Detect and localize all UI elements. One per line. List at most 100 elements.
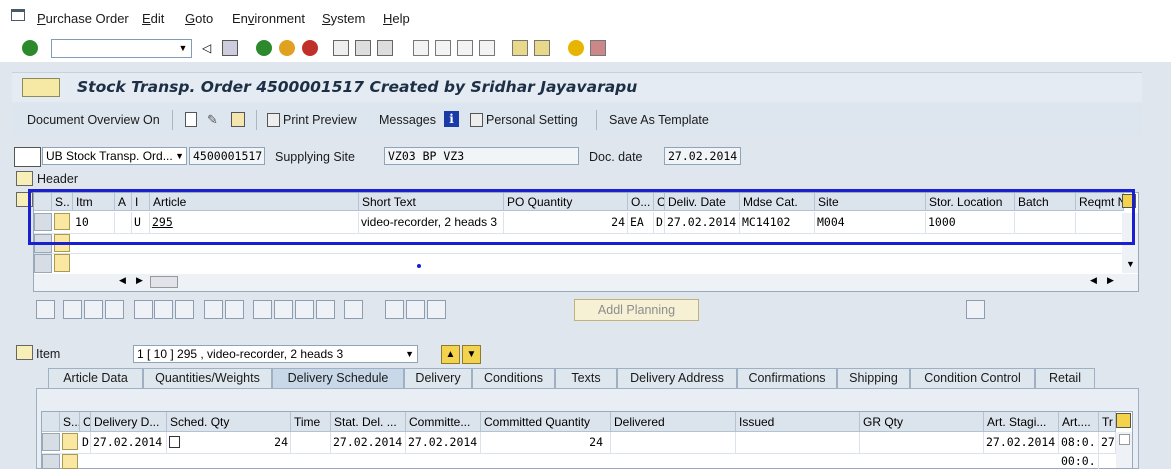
tab-shipping[interactable]: Shipping [837, 368, 910, 388]
find-next-icon[interactable] [377, 40, 393, 56]
document-overview-button[interactable]: Document Overview On [27, 113, 160, 127]
new-session-icon[interactable] [512, 40, 528, 56]
menu-help[interactable]: Help [383, 11, 410, 26]
c-cell[interactable]: D [80, 432, 91, 453]
tab-retail[interactable]: Retail [1035, 368, 1095, 388]
shortcut-icon[interactable] [534, 40, 550, 56]
col-issued[interactable]: Issued [736, 412, 860, 432]
enter-check-icon[interactable] [22, 40, 38, 56]
previous-page-icon[interactable] [435, 40, 451, 56]
expand-header-icon[interactable] [16, 171, 33, 186]
scroll-thumb[interactable] [150, 276, 178, 288]
scroll-down-icon[interactable]: ▼ [1126, 259, 1135, 269]
help-icon[interactable] [568, 40, 584, 56]
scroll-right-icon[interactable]: ▶ [136, 275, 143, 286]
export-icon[interactable] [966, 300, 985, 319]
tab-condition-control[interactable]: Condition Control [910, 368, 1035, 388]
supplying-site-field[interactable]: VZ03 BP VZ3 [384, 147, 579, 165]
tab-delivery-schedule[interactable]: Delivery Schedule [272, 368, 404, 388]
edit-pencil-icon[interactable]: ✎ [207, 112, 223, 127]
menu-edit[interactable]: Edit [142, 11, 164, 26]
row-selector[interactable] [34, 254, 52, 273]
delivered-cell[interactable] [611, 432, 736, 453]
calendar-icon[interactable] [169, 436, 180, 448]
item-select[interactable]: 1 [ 10 ] 295 , video-recorder, 2 heads 3… [133, 345, 418, 363]
exit-icon[interactable] [279, 40, 295, 56]
document-type-select[interactable]: UB Stock Transp. Ord... ▼ [42, 147, 187, 165]
gr-qty-cell[interactable] [860, 432, 984, 453]
col-committed-quantity[interactable]: Committed Quantity [481, 412, 611, 432]
next-item-icon[interactable]: ▼ [462, 345, 481, 364]
status-cell[interactable] [62, 433, 78, 450]
column-selection-icon[interactable] [1116, 413, 1131, 428]
menu-system[interactable]: System [322, 11, 365, 26]
issued-cell[interactable] [736, 432, 860, 453]
sort-descending-icon[interactable] [274, 300, 293, 319]
scroll-right-icon[interactable]: ▶ [1107, 275, 1114, 286]
print-icon[interactable] [333, 40, 349, 56]
save-icon[interactable] [222, 40, 238, 56]
settings-icon[interactable] [344, 300, 363, 319]
scroll-thumb[interactable] [1119, 434, 1130, 445]
art-staging-cell[interactable]: 27.02.2014 [984, 432, 1059, 453]
art-time-cell[interactable]: 08:0... [1059, 432, 1099, 453]
print-preview-button[interactable]: Print Preview [283, 113, 357, 127]
messages-button[interactable]: Messages [379, 113, 436, 127]
tab-article-data[interactable]: Article Data [48, 368, 143, 388]
committed-qty-cell[interactable]: 24 [481, 432, 611, 453]
col-gr-qty[interactable]: GR Qty [860, 412, 984, 432]
tab-confirmations[interactable]: Confirmations [737, 368, 837, 388]
paste-icon[interactable] [225, 300, 244, 319]
last-page-icon[interactable] [479, 40, 495, 56]
horizontal-scrollbar[interactable] [34, 274, 1138, 291]
tab-conditions[interactable]: Conditions [472, 368, 555, 388]
col-time[interactable]: Time [291, 412, 331, 432]
filter-icon[interactable] [295, 300, 314, 319]
col-delivered[interactable]: Delivered [611, 412, 736, 432]
delete-icon[interactable] [134, 300, 153, 319]
col-c[interactable]: C [80, 412, 91, 432]
copy-icon[interactable] [204, 300, 223, 319]
doc-date-field[interactable]: 27.02.2014 [664, 147, 741, 165]
collapse-item-detail-icon[interactable] [16, 345, 33, 360]
menu-purchase-order[interactable]: Purchase Order [37, 11, 129, 26]
col-delivery-date[interactable]: Delivery D... [91, 412, 167, 432]
deselect-all-icon[interactable] [105, 300, 124, 319]
row-selector[interactable] [42, 454, 60, 469]
scroll-left-icon[interactable]: ◀ [119, 275, 126, 286]
tab-delivery[interactable]: Delivery [404, 368, 472, 388]
time-cell[interactable] [291, 432, 331, 453]
account-assignment-icon[interactable] [406, 300, 425, 319]
addl-planning-button[interactable]: Addl Planning [574, 299, 699, 321]
col-stat-del[interactable]: Stat. Del. ... [331, 412, 406, 432]
delivery-date-cell[interactable]: 27.02.2014 [91, 432, 167, 453]
col-tr[interactable]: Tr [1099, 412, 1116, 432]
tab-delivery-address[interactable]: Delivery Address [617, 368, 737, 388]
menu-environment[interactable]: Environment [232, 11, 305, 26]
unlock-icon[interactable] [175, 300, 194, 319]
explode-icon[interactable] [427, 300, 446, 319]
row-selector[interactable] [42, 433, 60, 451]
first-page-icon[interactable] [413, 40, 429, 56]
details-icon[interactable] [36, 300, 55, 319]
status-cell[interactable] [54, 254, 70, 272]
tab-texts[interactable]: Texts [555, 368, 617, 388]
po-number-field[interactable]: 4500001517 [189, 147, 265, 165]
col-sched-qty[interactable]: Sched. Qty [167, 412, 291, 432]
tab-quantities-weights[interactable]: Quantities/Weights [143, 368, 272, 388]
chevron-down-icon[interactable]: ▼ [175, 40, 191, 57]
command-field[interactable]: ▼ [51, 39, 192, 58]
sort-ascending-icon[interactable] [253, 300, 272, 319]
lock-icon[interactable] [154, 300, 173, 319]
window-menu-icon[interactable] [11, 9, 25, 21]
tr-cell[interactable]: 27 [1099, 432, 1116, 453]
layout-menu-icon[interactable] [590, 40, 606, 56]
create-document-icon[interactable] [185, 112, 197, 127]
delete-filter-icon[interactable] [316, 300, 335, 319]
info-icon[interactable]: i [444, 111, 459, 127]
scroll-left-icon[interactable]: ◀ [1090, 275, 1097, 286]
previous-item-icon[interactable]: ▲ [441, 345, 460, 364]
col-art-time[interactable]: Art.... [1059, 412, 1099, 432]
find-icon[interactable] [355, 40, 371, 56]
stat-del-cell[interactable]: 27.02.2014 [331, 432, 406, 453]
